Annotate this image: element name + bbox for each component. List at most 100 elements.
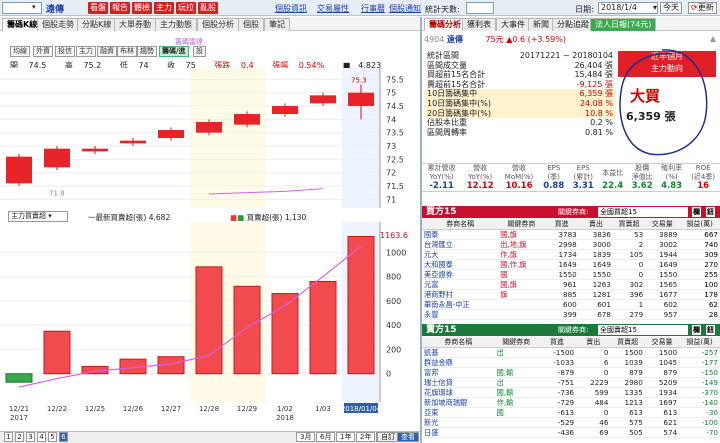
buy-col-button[interactable]: 欄 (692, 207, 701, 217)
summary-row: 10日籌碼集中 6,359 張 (424, 89, 616, 99)
view-button[interactable]: 查看 (397, 432, 419, 442)
indicator-6[interactable]: 趨勢 (137, 46, 157, 57)
range-button-1[interactable]: 6月 (316, 432, 336, 442)
link-calendar[interactable]: 行事曆 (361, 3, 385, 14)
table-row[interactable]: 永豐 399 678 279 957 28 (422, 309, 720, 320)
btn-mixed[interactable]: 亂股 (198, 2, 218, 14)
page-button-4[interactable]: 4 (37, 432, 46, 442)
btn-report[interactable]: 報告 (110, 2, 130, 14)
table-row[interactable]: 元大 作,旗 1734 1839 105 1944 309 (422, 249, 720, 260)
indicator-2[interactable]: 投信 (55, 46, 75, 57)
kpi-label: EPS (累計) (573, 164, 593, 181)
stat-days-select[interactable] (466, 2, 494, 14)
table-row[interactable]: 花旗環球 國,輸 -736 599 1335 1934 -370 (422, 387, 720, 398)
table-row[interactable]: 亞東國 -613 0 613 613 -30 (422, 407, 720, 418)
indicator-8[interactable]: 設 (193, 46, 206, 57)
kpi-label: EPS (季) (547, 164, 561, 181)
ticker-input[interactable] (2, 2, 42, 14)
indicator-5[interactable]: 布林 (117, 46, 137, 57)
candle-body (196, 122, 222, 133)
link-stock-notify[interactable]: 個股通知 (389, 3, 421, 14)
col-header[interactable]: 買進 (537, 337, 577, 348)
buy-alt-button[interactable]: 鈕 (706, 207, 715, 217)
col-header[interactable]: 券商名稱 (422, 337, 495, 348)
col-header[interactable]: 關鍵券商 (498, 219, 545, 230)
table-row[interactable]: 富邦 國,輸 -879 0 879 879 -150 (422, 367, 720, 378)
indicator-4[interactable]: 融資 (97, 46, 117, 57)
buy-header: 買方15 關鍵券商: 全國買超15 欄 鈕 (422, 206, 720, 218)
indicator-7[interactable]: 籌碼/進 (159, 46, 189, 57)
calendar-icon: ▾ (652, 3, 657, 12)
table-row[interactable]: 港商野村旗 885 1281 396 1677 178 (422, 289, 720, 300)
btn-pull[interactable]: 玩拉 (176, 2, 196, 14)
right-tab-2[interactable]: 大事件 (496, 18, 530, 31)
table-row[interactable]: 瑞士信貸出 -751 2229 2980 5209 -149 (422, 377, 720, 388)
right-tab-1[interactable]: 獲利表 (462, 18, 496, 31)
right-tab-3[interactable]: 新聞 (528, 18, 554, 31)
page-button-6[interactable]: 6 (59, 432, 68, 442)
table-row[interactable]: 元富 國,旗 961 1263 302 1565 100 (422, 279, 720, 290)
sell-alt-button[interactable]: 鈕 (706, 325, 715, 335)
table-row[interactable]: 美亞證券國 1550 1550 0 1550 255 (422, 269, 720, 280)
col-header[interactable]: 損益(萬) (679, 219, 720, 230)
btn-main[interactable]: 主力 (154, 2, 174, 14)
table-row[interactable]: 凱基出 -1500 0 1500 1500 -257 (422, 347, 720, 358)
table-row[interactable]: 新光 -529 46 575 621 -100 (422, 417, 720, 428)
left-tab-4[interactable]: 主力動態 (155, 18, 197, 31)
col-header[interactable]: 券商名稱 (422, 219, 499, 230)
kpi-value: 3.62 (631, 181, 653, 191)
left-tab-5[interactable]: 個股分析 (197, 18, 239, 31)
range-button-0[interactable]: 3月 (296, 432, 316, 442)
kpi-label: 累計營收 YoY(%) (427, 164, 456, 181)
col-header[interactable]: 賣出 (578, 219, 613, 230)
col-header[interactable]: 關鍵券商 (494, 337, 538, 348)
table-row[interactable]: 國泰 國,旗 3783 3836 53 3889 667 (422, 229, 720, 240)
col-header[interactable]: 買賣超 (610, 337, 645, 348)
table-row[interactable]: 台灣匯立 出,地,旗 2998 3000 2 3002 740 (422, 239, 720, 250)
indicator-0[interactable]: 均線 (10, 46, 30, 57)
page-button-1[interactable]: 1 (4, 432, 13, 442)
table-row[interactable]: 日盛 -436 69 505 574 -70 (422, 427, 720, 438)
link-stock-info[interactable]: 個股資訊 (275, 3, 307, 14)
col-header[interactable]: 賣出 (576, 337, 611, 348)
link-trade-attr[interactable]: 交易屬性 (317, 3, 349, 14)
left-tab-3[interactable]: 大單券動 (114, 18, 156, 31)
left-tab-1[interactable]: 個股走勢 (37, 18, 79, 31)
table-row[interactable]: 新加坡商瑞銀 作,輸 -729 484 1213 1697 -140 (422, 397, 720, 408)
right-tab-4[interactable]: 分點追蹤 (552, 18, 594, 31)
sub-indicator-select[interactable]: 主力買賣超 ▾ (8, 211, 68, 222)
indicator-1[interactable]: 外資 (33, 46, 53, 57)
buy-broker-select[interactable]: 全國買超15 (598, 207, 688, 217)
right-tab-5[interactable]: 法人日報(74元) (590, 18, 657, 31)
range-button-3[interactable]: 2年 (356, 432, 376, 442)
btn-look[interactable]: 看盤 (88, 2, 108, 14)
table-row[interactable]: 大和國泰 國,作,旗 1649 1649 0 1649 270 (422, 259, 720, 270)
table-row[interactable]: 華南永昌-中正 600 601 1 602 62 (422, 299, 720, 310)
year-tick: 2017 (10, 414, 28, 422)
hand-drawn-circle (619, 49, 708, 156)
refresh-button[interactable]: ⟳更新 (688, 2, 717, 14)
today-button[interactable]: 今天 (660, 2, 682, 14)
sell-broker-select[interactable]: 全國賣超15 (598, 325, 688, 335)
col-header[interactable]: 損益(萬) (679, 337, 720, 348)
col-header[interactable]: 交易量 (645, 219, 680, 230)
btn-check[interactable]: 體檢 (132, 2, 152, 14)
left-tab-2[interactable]: 分點K線 (77, 18, 117, 31)
page-button-2[interactable]: 2 (15, 432, 24, 442)
right-tab-0[interactable]: 籌碼分析 (424, 18, 466, 31)
search-icon[interactable]: ▾ (32, 3, 36, 11)
left-tab-6[interactable]: 個股 (238, 18, 264, 31)
col-header[interactable]: 買賣超 (612, 219, 646, 230)
left-tab-7[interactable]: 筆記 (264, 18, 290, 31)
col-header[interactable]: 買進 (544, 219, 579, 230)
page-button-5[interactable]: 5 (48, 432, 57, 442)
indicator-3[interactable]: 主力 (76, 46, 96, 57)
table-row[interactable]: 群益金鼎 -1033 6 1039 1045 -177 (422, 357, 720, 368)
range-button-2[interactable]: 1年 (336, 432, 356, 442)
x-tick: 1/02 (277, 405, 293, 413)
page-button-3[interactable]: 3 (26, 432, 35, 442)
range-custom[interactable]: 自訂 (377, 432, 399, 442)
date-input[interactable]: 2018/1/4 ▾ (598, 2, 658, 14)
sell-col-button[interactable]: 欄 (692, 325, 701, 335)
col-header[interactable]: 交易量 (644, 337, 680, 348)
